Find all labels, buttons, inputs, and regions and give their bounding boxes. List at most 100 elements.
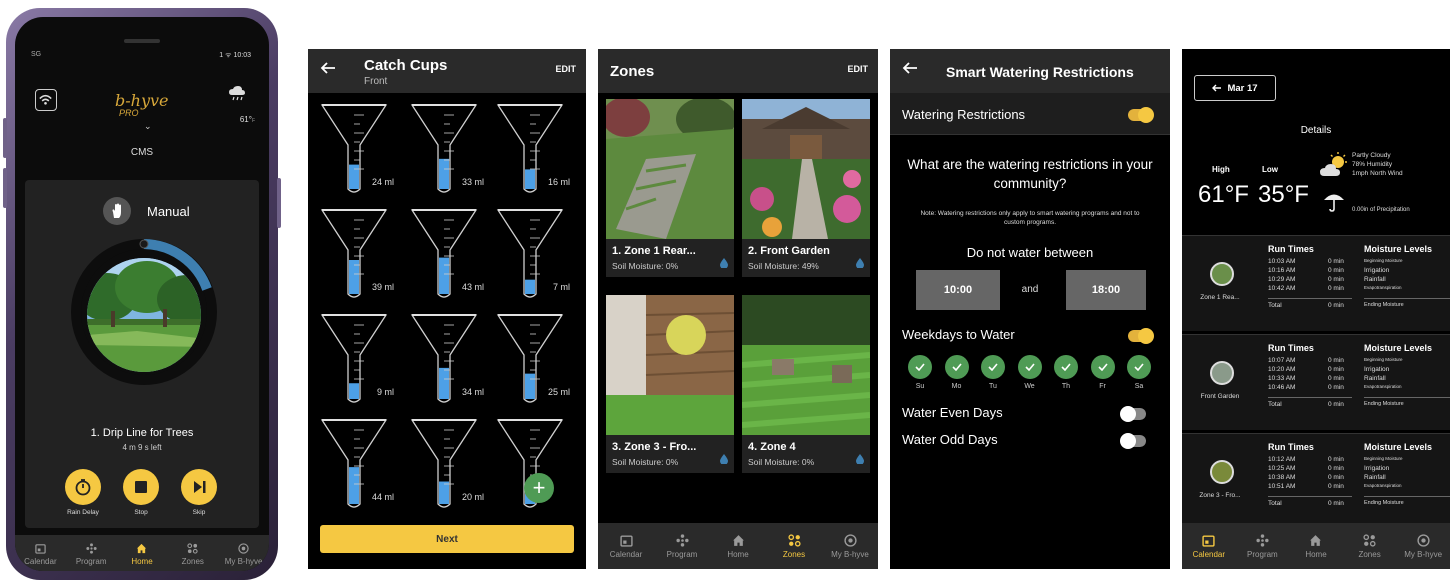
ending-moisture-label: Ending Moisture (1364, 302, 1404, 308)
nav-program[interactable]: Program (654, 523, 710, 569)
day-toggle-sa[interactable] (1127, 355, 1151, 379)
start-time-field[interactable]: 10:00 (916, 270, 1000, 310)
run-time: 10:38 AM (1268, 474, 1296, 481)
moisture-row-label: Irrigation (1364, 366, 1390, 373)
catch-cup[interactable]: 34 ml (410, 311, 488, 409)
low-temp: 35°F (1258, 181, 1309, 208)
catch-cup[interactable]: 25 ml (496, 311, 574, 409)
day-toggle-we[interactable] (1017, 355, 1042, 379)
rain-delay-button[interactable] (65, 469, 101, 505)
back-arrow-icon[interactable] (320, 61, 336, 80)
add-cup-button[interactable]: + (524, 473, 554, 503)
cup-volume-label: 34 ml (461, 387, 484, 397)
check-icon (915, 363, 925, 371)
nav-calendar[interactable]: Calendar (15, 535, 66, 571)
run-duration: 0 min (1328, 366, 1344, 373)
zone-name-2: 2. Front Garden (748, 245, 830, 257)
run-time: 10:03 AM (1268, 258, 1296, 265)
back-arrow-icon[interactable] (902, 61, 918, 80)
date-back-button[interactable]: Mar 17 (1194, 75, 1276, 101)
edit-button[interactable]: EDIT (555, 64, 576, 74)
run-time: 10:20 AM (1268, 366, 1296, 373)
day-toggle-tu[interactable] (981, 355, 1005, 379)
nav-calendar[interactable]: Calendar (598, 523, 654, 569)
day-toggle-mo[interactable] (944, 355, 969, 379)
catch-cup[interactable]: 39 ml (320, 206, 398, 304)
total-label: Total (1268, 500, 1282, 507)
nav-zones[interactable]: Zones (766, 523, 822, 569)
days-row: Su Mo Tu We Th Fr Sa (890, 355, 1170, 399)
run-time: 10:12 AM (1268, 456, 1296, 463)
zone-detail-block[interactable]: Zone 1 Rea... Run Times Moisture Levels 10:… (1182, 235, 1450, 331)
cup-volume-label: 43 ml (461, 282, 484, 292)
odd-days-toggle[interactable] (1120, 433, 1146, 449)
total-value: 0 min (1328, 302, 1344, 309)
zone-detail-block[interactable]: Front Garden Run Times Moisture Levels 10:0… (1182, 334, 1450, 430)
catch-cup[interactable]: 16 ml (496, 101, 574, 199)
restrictions-topbar: Smart Watering Restrictions (890, 49, 1170, 93)
nav-home[interactable]: Home (117, 535, 168, 571)
even-days-toggle[interactable] (1120, 406, 1146, 422)
nav-zones[interactable]: Zones (167, 535, 218, 571)
catch-cup[interactable]: 33 ml (410, 101, 488, 199)
catch-cups-screen: Catch Cups Front EDIT 24 ml 33 ml 16 ml 39 … (308, 49, 586, 569)
next-button[interactable]: Next (320, 525, 574, 553)
zone-card-4[interactable]: 4. Zone 4 Soil Moisture: 0% (742, 295, 870, 473)
weekdays-toggle[interactable] (1128, 328, 1154, 344)
weekdays-label: Weekdays to Water (902, 327, 1015, 342)
wifi-icon[interactable] (35, 89, 57, 111)
catch-cup[interactable]: 20 ml (410, 416, 488, 514)
run-time: 10:29 AM (1268, 276, 1296, 283)
home-icon (137, 543, 147, 553)
catch-cup[interactable]: 44 ml (320, 416, 398, 514)
home-icon (1310, 534, 1322, 546)
day-toggle-fr[interactable] (1090, 355, 1115, 379)
zone-card-3[interactable]: 3. Zone 3 - Fro... Soil Moisture: 0% (606, 295, 734, 473)
day-toggle-th[interactable] (1054, 355, 1078, 379)
moisture-row-label: Beginning Moisture (1364, 258, 1403, 263)
moisture-row-label: Rainfall (1364, 474, 1386, 481)
zone-moisture-2: Soil Moisture: 49% (748, 261, 819, 271)
zone-photo-1 (606, 99, 734, 239)
cups-grid: 24 ml 33 ml 16 ml 39 ml 43 ml 7 ml 9 ml 34 ml 25… (308, 93, 586, 513)
watering-restrictions-toggle[interactable] (1128, 107, 1154, 123)
nav-zones[interactable]: Zones (1343, 523, 1397, 569)
run-duration: 0 min (1328, 258, 1344, 265)
moisture-row-label: Beginning Moisture (1364, 357, 1403, 362)
run-time: 10:46 AM (1268, 384, 1296, 391)
cup-volume-label: 25 ml (547, 387, 570, 397)
moisture-row-label: Irrigation (1364, 267, 1390, 274)
skip-button[interactable] (181, 469, 217, 505)
zone-moisture-4: Soil Moisture: 0% (748, 457, 815, 467)
day-toggle-su[interactable] (908, 355, 932, 379)
run-duration: 0 min (1328, 465, 1344, 472)
stop-button[interactable] (123, 469, 159, 505)
site-name: CMS (130, 147, 154, 158)
zone-card-1[interactable]: 1. Zone 1 Rear... Soil Moisture: 0% (606, 99, 734, 277)
chevron-down-icon[interactable]: ⌄ (144, 121, 152, 132)
brand-sub: PRO (119, 108, 139, 118)
nav-home[interactable]: Home (1289, 523, 1343, 569)
nav-program[interactable]: Program (1236, 523, 1290, 569)
nav-my-bhyve[interactable]: My B-hyve (822, 523, 878, 569)
restrictions-question: What are the watering restrictions in yo… (907, 157, 1153, 191)
zone-detail-block[interactable]: Zone 3 - Fro... Run Times Moisture Levels 1… (1182, 433, 1450, 529)
zone-name-4: 4. Zone 4 (748, 441, 796, 453)
end-time-field[interactable]: 18:00 (1066, 270, 1146, 310)
run-duration: 0 min (1328, 267, 1344, 274)
catch-cup[interactable]: 7 ml (496, 206, 574, 304)
zone-photo-4 (742, 295, 870, 435)
nav-program[interactable]: Program (66, 535, 117, 571)
nav-calendar[interactable]: Calendar (1182, 523, 1236, 569)
zones-topbar: Zones EDIT (598, 49, 878, 93)
catch-cup[interactable]: 24 ml (320, 101, 398, 199)
zone-card-2[interactable]: 2. Front Garden Soil Moisture: 49% (742, 99, 870, 277)
edit-button[interactable]: EDIT (847, 64, 868, 74)
nav-my-bhyve[interactable]: My B-hyve (218, 535, 269, 571)
nav-home[interactable]: Home (710, 523, 766, 569)
water-drop-icon (720, 451, 728, 469)
catch-cup[interactable]: 9 ml (320, 311, 398, 409)
nav-my-bhyve[interactable]: My B-hyve (1396, 523, 1450, 569)
details-title: Details (1300, 125, 1332, 136)
catch-cup[interactable]: 43 ml (410, 206, 488, 304)
